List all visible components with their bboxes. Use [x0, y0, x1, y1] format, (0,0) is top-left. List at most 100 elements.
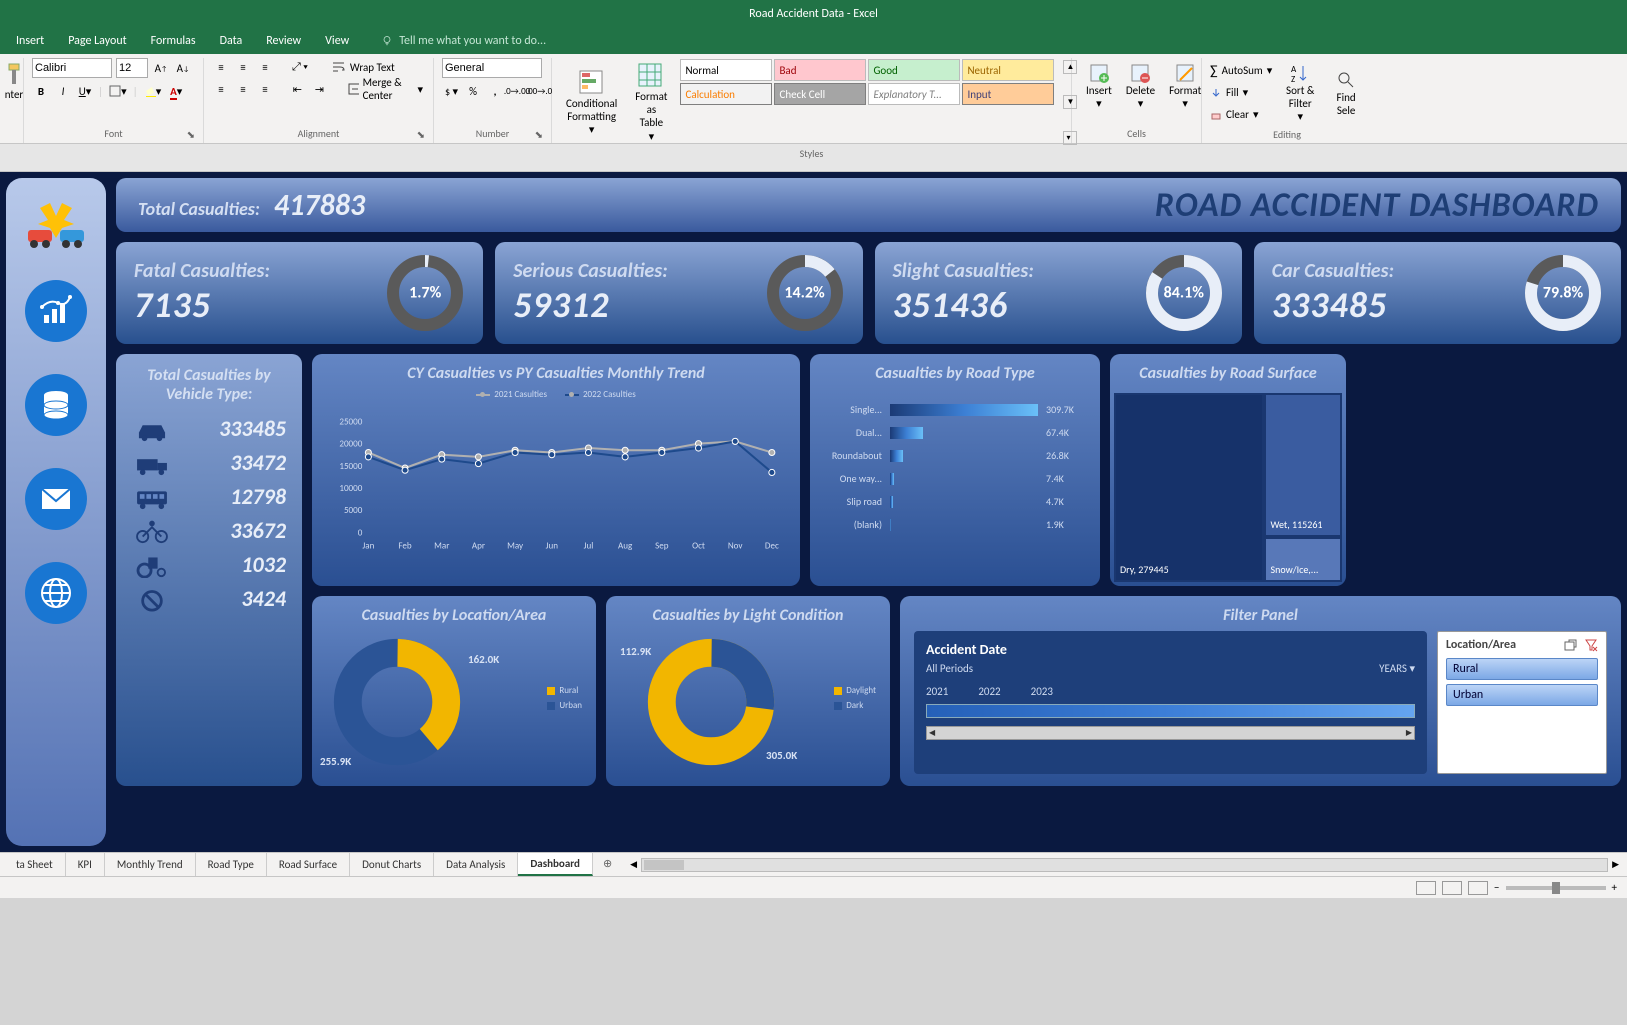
normal-view-button[interactable]: [1416, 881, 1436, 895]
font-color-button[interactable]: A ▾: [167, 82, 185, 100]
style-explanatory[interactable]: Explanatory T...: [868, 83, 960, 105]
location-chart[interactable]: 162.0K 255.9K Rural Urban: [312, 631, 596, 786]
tell-me-search[interactable]: Tell me what you want to do...: [381, 34, 546, 48]
style-normal[interactable]: Normal: [680, 59, 772, 81]
currency-button[interactable]: $▾: [442, 82, 460, 100]
style-check-cell[interactable]: Check Cell: [774, 83, 866, 105]
tab-review[interactable]: Review: [254, 30, 313, 52]
sort-filter-button[interactable]: AZSort & Filter ▾: [1278, 58, 1322, 128]
wrap-text-button[interactable]: Wrap Text: [330, 58, 397, 76]
insert-cells-button[interactable]: Insert ▾: [1080, 58, 1118, 114]
sheet-tab-dashboard[interactable]: Dashboard: [518, 853, 593, 876]
zoom-in-button[interactable]: +: [1612, 881, 1617, 894]
fill-button[interactable]: Fill ▾: [1210, 83, 1272, 103]
sheet-tab-road-surface[interactable]: Road Surface: [267, 853, 350, 876]
font-size-select[interactable]: [116, 58, 148, 78]
clear-filter-icon[interactable]: [1584, 638, 1598, 652]
sheet-tab-data-analysis[interactable]: Data Analysis: [434, 853, 518, 876]
format-as-table-button[interactable]: Format as Table ▾: [629, 58, 673, 147]
page-break-view-button[interactable]: [1468, 881, 1488, 895]
decrease-decimal-button[interactable]: .00→.0: [530, 82, 548, 100]
road-type-panel: Casualties by Road Type Single... 309.7K…: [810, 354, 1100, 586]
svg-text:Jun: Jun: [546, 541, 559, 552]
timeline-slicer[interactable]: Accident Date All Periods YEARS ▾ 2021 2…: [914, 631, 1427, 774]
decrease-indent-button[interactable]: ⇤: [288, 80, 306, 98]
horizontal-scrollbar[interactable]: ◀ ▶: [622, 853, 1627, 876]
italic-button[interactable]: I: [54, 82, 72, 100]
analytics-nav-icon[interactable]: [25, 280, 87, 342]
accident-icon[interactable]: [20, 198, 92, 248]
underline-button[interactable]: U ▾: [76, 82, 94, 100]
location-slicer[interactable]: Location/Area Rural Urban: [1437, 631, 1607, 774]
font-name-select[interactable]: [32, 58, 112, 78]
align-middle-button[interactable]: ≡: [234, 58, 252, 76]
zoom-slider[interactable]: [1506, 886, 1606, 890]
find-select-button[interactable]: Find Sele: [1328, 65, 1364, 121]
slicer-item-urban[interactable]: Urban: [1446, 684, 1598, 706]
decrease-font-button[interactable]: A↓: [174, 59, 192, 77]
sheet-tab-donut-charts[interactable]: Donut Charts: [350, 853, 434, 876]
sheet-tab-kpi[interactable]: KPI: [66, 853, 105, 876]
tab-view[interactable]: View: [313, 30, 361, 52]
orientation-button[interactable]: ⤢ ▾: [290, 58, 310, 76]
increase-decimal-button[interactable]: .0→.00: [508, 82, 526, 100]
format-painter-button[interactable]: nter: [8, 58, 20, 105]
add-sheet-button[interactable]: ⊕: [593, 853, 622, 876]
style-bad[interactable]: Bad: [774, 59, 866, 81]
increase-font-button[interactable]: A↑: [152, 59, 170, 77]
comma-button[interactable]: ,: [486, 82, 504, 100]
vehicle-value: 33672: [230, 517, 286, 544]
delete-cells-button[interactable]: Delete ▾: [1120, 58, 1161, 114]
conditional-formatting-button[interactable]: Conditional Formatting ▾: [560, 58, 623, 147]
style-calculation[interactable]: Calculation: [680, 83, 772, 105]
tab-formulas[interactable]: Formulas: [139, 30, 208, 52]
tab-data[interactable]: Data: [208, 30, 255, 52]
light-chart[interactable]: 112.9K 305.0K Daylight Dark: [606, 631, 890, 786]
fill-color-button[interactable]: ▾: [142, 82, 164, 100]
border-button[interactable]: ▾: [107, 82, 129, 100]
zoom-out-button[interactable]: −: [1494, 881, 1499, 894]
surface-treemap[interactable]: Dry, 279445 Wet, 115261 Snow/Ice,...: [1114, 393, 1342, 582]
timeline-bar[interactable]: [926, 704, 1415, 718]
alignment-dialog-launcher[interactable]: ⬊: [417, 128, 425, 141]
bold-button[interactable]: B: [32, 82, 50, 100]
font-dialog-launcher[interactable]: ⬊: [187, 128, 195, 141]
align-left-button[interactable]: ≡: [212, 80, 230, 98]
tab-insert[interactable]: Insert: [4, 30, 56, 52]
data-nav-icon[interactable]: [25, 374, 87, 436]
slicer-item-rural[interactable]: Rural: [1446, 658, 1598, 680]
align-right-button[interactable]: ≡: [256, 80, 274, 98]
increase-indent-button[interactable]: ⇥: [310, 80, 328, 98]
format-cells-button[interactable]: Format ▾: [1163, 58, 1207, 114]
align-top-button[interactable]: ≡: [212, 58, 230, 76]
page-layout-view-button[interactable]: [1442, 881, 1462, 895]
clear-button[interactable]: Clear ▾: [1210, 105, 1272, 125]
mail-nav-icon[interactable]: [25, 468, 87, 530]
align-bottom-button[interactable]: ≡: [256, 58, 274, 76]
autosum-button[interactable]: ∑ AutoSum ▾: [1210, 61, 1272, 81]
merge-center-button[interactable]: Merge & Center ▾: [346, 80, 425, 98]
styles-gallery[interactable]: Normal Bad Good Neutral Calculation Chec…: [679, 58, 1055, 147]
percent-button[interactable]: %: [464, 82, 482, 100]
align-center-button[interactable]: ≡: [234, 80, 252, 98]
sheet-tab-road-type[interactable]: Road Type: [196, 853, 267, 876]
sheet-tab-strip: ta SheetKPIMonthly TrendRoad TypeRoad Su…: [0, 852, 1627, 876]
road-type-chart[interactable]: Single... 309.7K Dual... 67.4K Roundabou…: [810, 389, 1100, 586]
style-good[interactable]: Good: [868, 59, 960, 81]
sheet-tab-monthly-trend[interactable]: Monthly Trend: [105, 853, 196, 876]
globe-nav-icon[interactable]: [25, 562, 87, 624]
number-dialog-launcher[interactable]: ⬊: [535, 128, 543, 141]
svg-text:Mar: Mar: [434, 541, 449, 552]
sheet-tab-ta-sheet[interactable]: ta Sheet: [4, 853, 66, 876]
style-input[interactable]: Input: [962, 83, 1054, 105]
kpi-donut: 84.1%: [1144, 253, 1224, 333]
dashboard-title: ROAD ACCIDENT DASHBOARD: [1155, 185, 1599, 226]
style-neutral[interactable]: Neutral: [962, 59, 1054, 81]
timeline-scrollbar[interactable]: ◀▶: [926, 726, 1415, 740]
number-format-select[interactable]: [442, 58, 542, 78]
kpi-card-2: Slight Casualties: 351436 84.1%: [875, 242, 1242, 344]
vehicle-value: 333485: [219, 415, 286, 442]
tab-page-layout[interactable]: Page Layout: [56, 30, 138, 52]
trend-chart[interactable]: 0500010000150002000025000JanFebMarAprMay…: [312, 404, 800, 586]
multi-select-icon[interactable]: [1564, 638, 1578, 652]
